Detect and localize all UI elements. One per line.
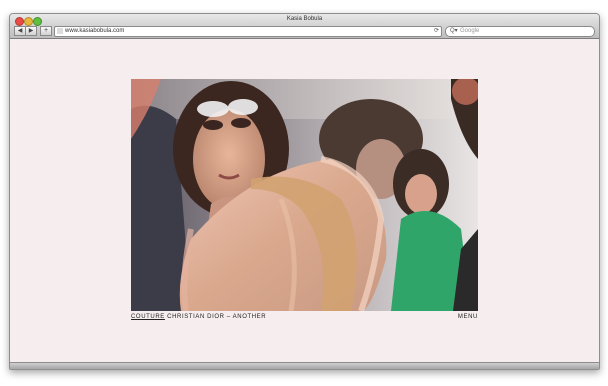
search-placeholder: Google xyxy=(460,28,480,34)
category-link[interactable]: COUTURE xyxy=(131,314,165,320)
favicon-icon xyxy=(57,28,63,34)
add-bookmark-button[interactable]: + xyxy=(40,26,52,36)
search-field[interactable]: Q▾ Google xyxy=(445,26,595,37)
menu-link[interactable]: MENU xyxy=(458,314,478,320)
fashion-photo[interactable] xyxy=(131,79,478,311)
status-bar xyxy=(10,362,599,369)
window-title: Kasia Bobula xyxy=(286,16,323,22)
reload-icon[interactable]: ⟳ xyxy=(434,27,439,34)
title-bar: Kasia Bobula ◀ ▶ + www.kasiabobula.com ⟳… xyxy=(10,14,599,39)
search-icon[interactable]: Q▾ xyxy=(450,27,458,34)
forward-arrow-icon[interactable]: ▶ xyxy=(26,26,37,36)
nav-buttons: ◀ ▶ xyxy=(14,26,37,36)
photo-caption: COUTURE CHRISTIAN DIOR – ANOTHER MENU xyxy=(131,314,478,322)
address-bar[interactable]: www.kasiabobula.com ⟳ xyxy=(54,26,442,37)
url-text: www.kasiabobula.com xyxy=(65,28,125,34)
back-arrow-icon[interactable]: ◀ xyxy=(14,26,26,36)
browser-window: Kasia Bobula ◀ ▶ + www.kasiabobula.com ⟳… xyxy=(9,13,600,370)
caption-text: CHRISTIAN DIOR – ANOTHER xyxy=(164,314,267,320)
